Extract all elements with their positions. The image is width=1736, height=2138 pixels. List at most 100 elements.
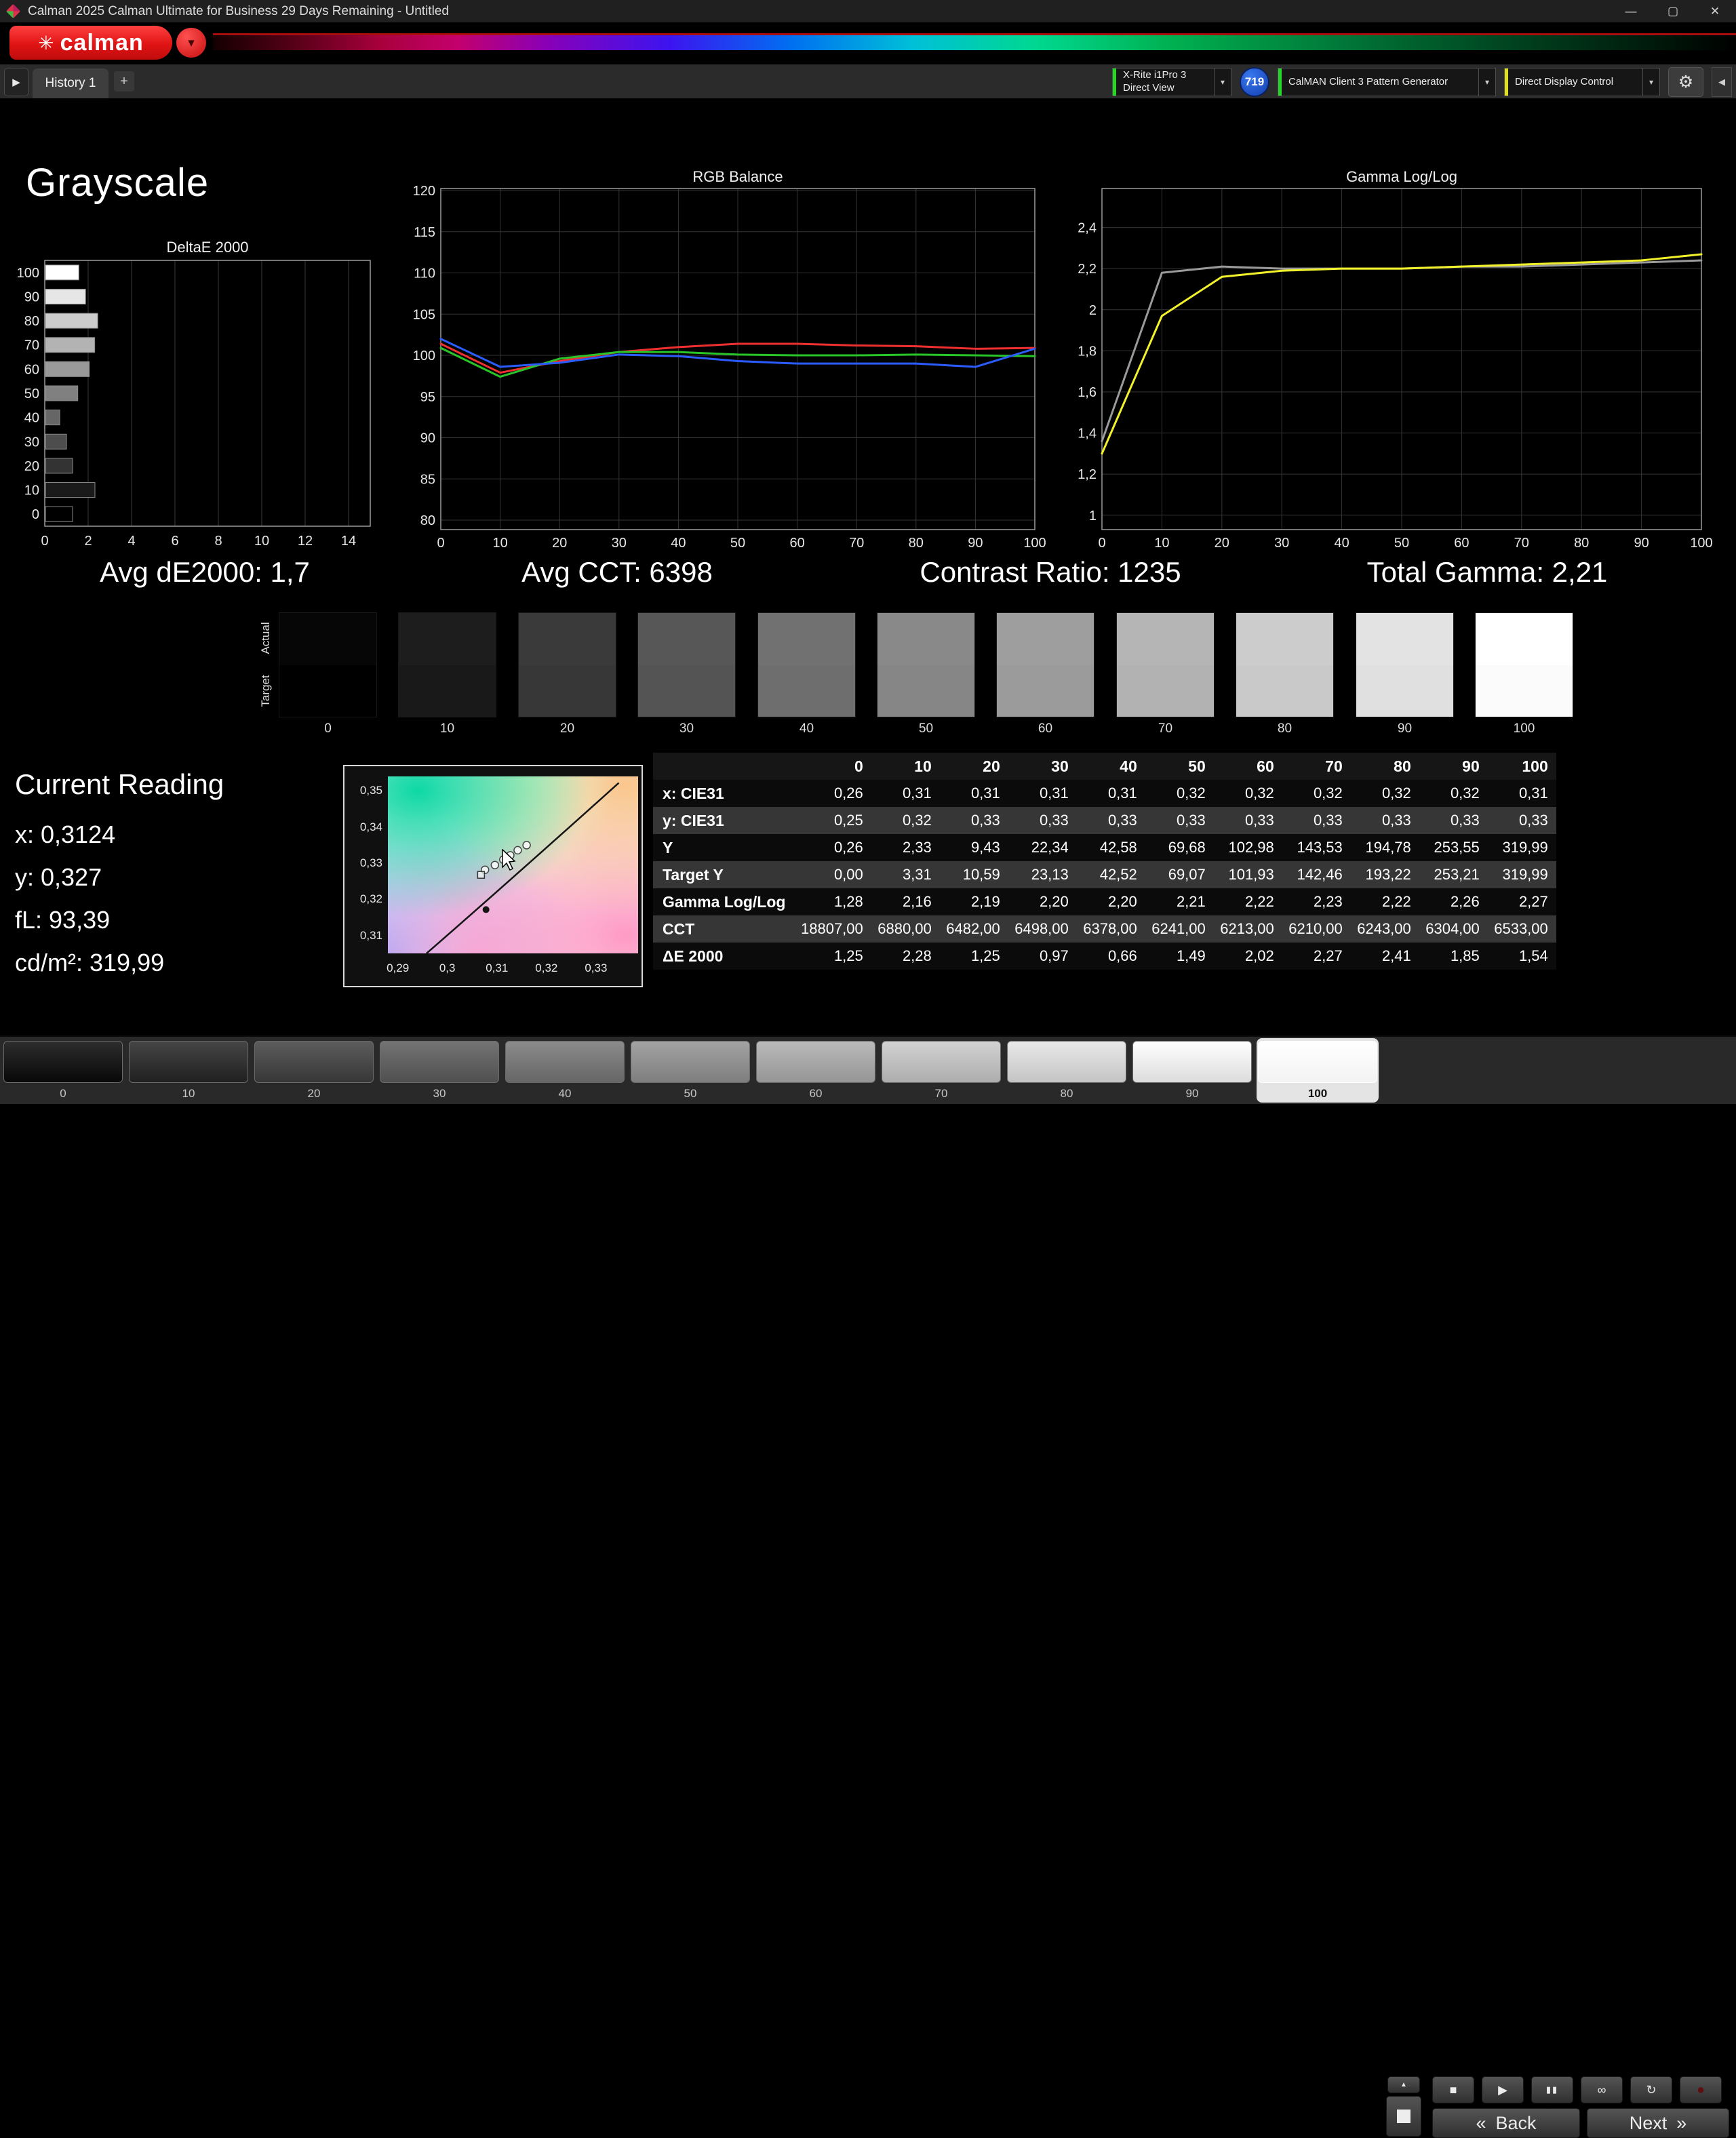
- cie-x-tick: 0,29: [387, 962, 409, 975]
- swatch-10: [398, 612, 496, 717]
- next-label: Next: [1630, 2113, 1668, 2134]
- svg-text:10: 10: [1154, 536, 1169, 551]
- pattern-level-button-30[interactable]: 30: [378, 1038, 500, 1103]
- pattern-level-swatch: [1132, 1041, 1252, 1083]
- pattern-level-button-50[interactable]: 50: [629, 1038, 751, 1103]
- collapse-toolbar-button[interactable]: ◀: [1712, 67, 1732, 97]
- tab-history-1[interactable]: History 1: [33, 68, 108, 98]
- swatch-100: [1475, 612, 1573, 717]
- svg-text:2: 2: [1089, 303, 1097, 318]
- pattern-level-button-100[interactable]: 100: [1257, 1038, 1379, 1103]
- meter-name: X-Rite i1Pro 3: [1123, 69, 1207, 82]
- table-cell: 2,16: [871, 888, 940, 915]
- current-reading-title: Current Reading: [15, 768, 224, 801]
- table-cell: 6880,00: [871, 915, 940, 943]
- pattern-level-label: 20: [253, 1087, 375, 1101]
- cie-x-tick: 0,33: [585, 962, 607, 975]
- pattern-level-button-20[interactable]: 20: [253, 1038, 375, 1103]
- pattern-controls: ■ ▶ ▮▮ ∞ ↻ ●: [1432, 2076, 1722, 2103]
- pattern-level-button-70[interactable]: 70: [880, 1038, 1002, 1103]
- table-cell: 6498,00: [1008, 915, 1077, 943]
- table-cell: 1,25: [940, 943, 1008, 970]
- svg-text:100: 100: [17, 266, 39, 281]
- table-cell: 42,52: [1077, 861, 1145, 888]
- svg-text:60: 60: [1454, 536, 1469, 551]
- expand-controls-button[interactable]: ▲: [1387, 2076, 1420, 2093]
- svg-text:10: 10: [492, 536, 507, 551]
- next-button[interactable]: Next »: [1587, 2108, 1729, 2138]
- table-row-label: x: CIE31: [653, 780, 801, 807]
- table-cell: 0,32: [871, 807, 940, 834]
- swatch-target: [1236, 665, 1333, 717]
- swatch-level-label: 20: [518, 721, 616, 736]
- logo-dropdown-button[interactable]: ▾: [176, 28, 206, 58]
- swatch-level-label: 50: [877, 721, 975, 736]
- refresh-button[interactable]: ↻: [1630, 2076, 1672, 2103]
- svg-text:80: 80: [909, 536, 924, 551]
- table-cell: 253,21: [1419, 861, 1488, 888]
- pattern-level-button-40[interactable]: 40: [504, 1038, 626, 1103]
- svg-text:60: 60: [24, 362, 39, 377]
- svg-text:80: 80: [420, 513, 435, 528]
- pattern-level-button-80[interactable]: 80: [1006, 1038, 1128, 1103]
- current-reading-y: y: 0,327: [15, 863, 102, 892]
- pause-button[interactable]: ▮▮: [1531, 2076, 1573, 2103]
- pattern-level-swatch: [631, 1041, 750, 1083]
- panel-expand-button[interactable]: ▶: [4, 68, 28, 96]
- table-cell: 6304,00: [1419, 915, 1488, 943]
- pattern-level-button-90[interactable]: 90: [1131, 1038, 1253, 1103]
- pattern-level-button-10[interactable]: 10: [127, 1038, 250, 1103]
- table-cell: 142,46: [1282, 861, 1351, 888]
- add-tab-button[interactable]: +: [114, 71, 134, 92]
- table-cell: 193,22: [1351, 861, 1419, 888]
- pattern-window-button[interactable]: [1386, 2096, 1421, 2137]
- minimize-button[interactable]: —: [1610, 0, 1652, 22]
- table-cell: 2,26: [1419, 888, 1488, 915]
- pattern-level-label: 60: [755, 1087, 877, 1101]
- swatch-row-label-target: Target: [259, 675, 273, 707]
- play-button[interactable]: ▶: [1482, 2076, 1524, 2103]
- table-cell: 6210,00: [1282, 915, 1351, 943]
- swatch-level-label: 70: [1116, 721, 1215, 736]
- bottom-bar: ▲ ■▶▮▮∞↻● « Back Next » 0102030405060708…: [0, 1035, 1736, 1104]
- pattern-level-label: 100: [1257, 1087, 1379, 1101]
- close-button[interactable]: ✕: [1694, 0, 1736, 22]
- swatch-target: [399, 665, 496, 717]
- cie-x-tick: 0,32: [535, 962, 557, 975]
- pattern-level-button-0[interactable]: 0: [2, 1038, 124, 1103]
- settings-button[interactable]: ⚙: [1668, 67, 1703, 97]
- svg-text:0: 0: [32, 507, 39, 522]
- pattern-level-button-60[interactable]: 60: [755, 1038, 877, 1103]
- pattern-generator-selector[interactable]: CalMAN Client 3 Pattern Generator ▾: [1278, 68, 1496, 96]
- stop-button[interactable]: ■: [1432, 2076, 1474, 2103]
- table-column-header: 50: [1145, 753, 1214, 780]
- table-cell: 0,00: [801, 861, 871, 888]
- table-cell: 18807,00: [801, 915, 871, 943]
- current-reading-cd: cd/m²: 319,99: [15, 949, 164, 977]
- svg-text:0: 0: [41, 534, 48, 549]
- table-column-header: 100: [1488, 753, 1556, 780]
- table-cell: 2,20: [1008, 888, 1077, 915]
- meter-selector[interactable]: X-Rite i1Pro 3 Direct View ▾: [1112, 68, 1231, 96]
- table-cell: 6533,00: [1488, 915, 1556, 943]
- pattern-level-label: 10: [127, 1087, 250, 1101]
- maximize-button[interactable]: ▢: [1652, 0, 1694, 22]
- deltae-bar-chart: 100908070605040302010002468101214: [0, 231, 393, 570]
- svg-text:1,8: 1,8: [1078, 344, 1097, 359]
- swatch-level-label: 0: [279, 721, 377, 736]
- table-cell: 69,68: [1145, 834, 1214, 861]
- pattern-level-label: 30: [378, 1087, 500, 1101]
- svg-text:4: 4: [127, 534, 135, 549]
- pattern-generator-name: CalMAN Client 3 Pattern Generator: [1288, 76, 1472, 89]
- swatch-actual: [638, 613, 735, 665]
- table-cell: 9,43: [940, 834, 1008, 861]
- pattern-level-swatch: [505, 1041, 625, 1083]
- loop-button[interactable]: ∞: [1581, 2076, 1623, 2103]
- back-button[interactable]: « Back: [1432, 2108, 1580, 2138]
- table-cell: 0,26: [801, 834, 871, 861]
- table-cell: 2,33: [871, 834, 940, 861]
- display-control-selector[interactable]: Direct Display Control ▾: [1504, 68, 1660, 96]
- double-chevron-left-icon: «: [1476, 2113, 1486, 2134]
- pattern-level-swatch: [129, 1041, 248, 1083]
- record-button[interactable]: ●: [1680, 2076, 1722, 2103]
